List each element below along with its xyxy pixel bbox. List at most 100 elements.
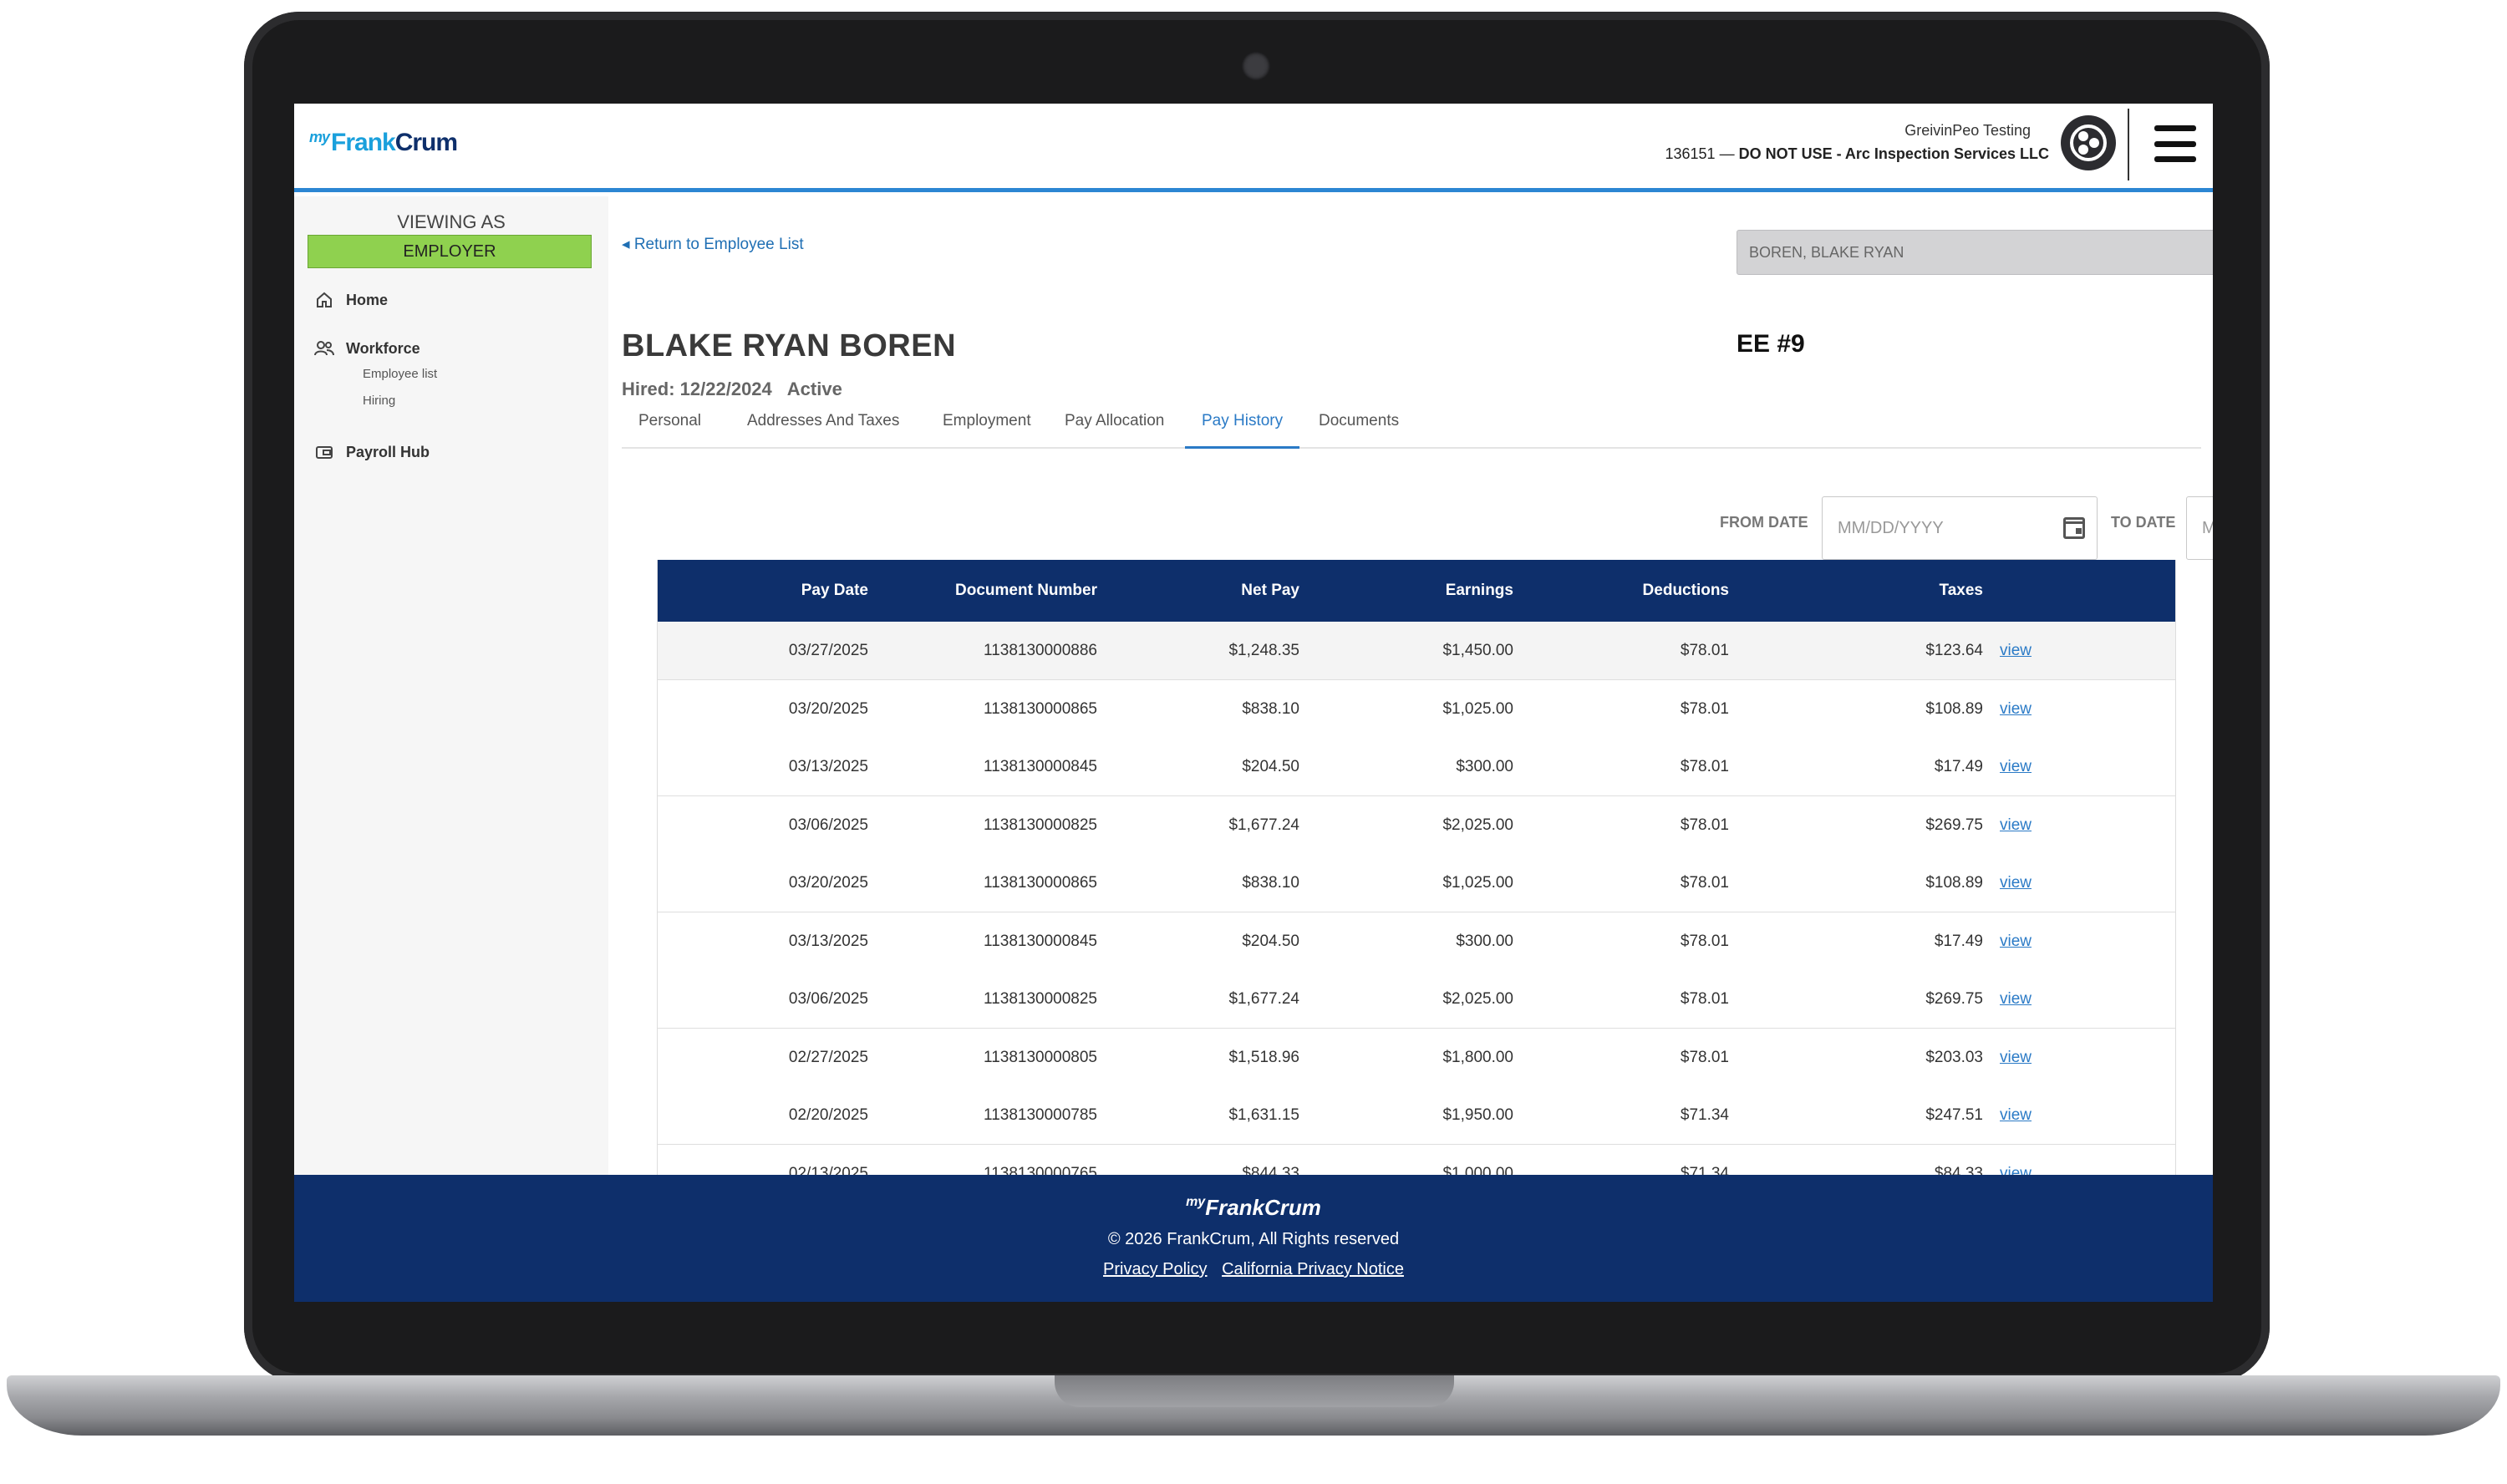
tab-documents[interactable]: Documents: [1302, 405, 1416, 449]
employee-number: EE #9: [1737, 330, 1805, 358]
table-cell: $1,631.15: [1228, 1106, 1299, 1124]
col-earnings[interactable]: Earnings: [1343, 560, 1513, 622]
viewing-as-label: VIEWING AS: [397, 211, 506, 232]
view-link[interactable]: view: [2000, 912, 2050, 971]
table-cell: $247.51: [1925, 1106, 1983, 1124]
sidebar-item-hiring[interactable]: Hiring: [363, 394, 395, 408]
table-cell: $78.01: [1680, 758, 1729, 775]
hamburger-menu-icon[interactable]: [2154, 125, 2196, 162]
tab-pay-allocation[interactable]: Pay Allocation: [1048, 405, 1181, 449]
table-cell: $71.34: [1680, 1106, 1729, 1124]
copyright: © 2026 FrankCrum, All Rights reserved: [1107, 1230, 1400, 1248]
table-cell: $78.01: [1680, 816, 1729, 834]
employer-role-badge[interactable]: EMPLOYER: [308, 235, 592, 268]
header-divider: [2128, 109, 2129, 180]
table-cell: $1,518.96: [1228, 1048, 1299, 1066]
view-link[interactable]: view: [2000, 622, 2050, 680]
table-cell: $1,677.24: [1228, 990, 1299, 1008]
view-link[interactable]: view: [2000, 1086, 2050, 1145]
from-date-input[interactable]: MM/DD/YYYY: [1822, 496, 2098, 560]
tab-personal[interactable]: Personal: [622, 405, 718, 449]
col-taxes[interactable]: Taxes: [1769, 560, 1983, 622]
people-icon: [314, 338, 334, 358]
table-cell: $1,450.00: [1442, 642, 1513, 659]
view-link[interactable]: view: [2000, 796, 2050, 855]
view-link[interactable]: view: [2000, 970, 2050, 1029]
company-avatar-icon[interactable]: [2061, 115, 2116, 170]
to-date-input[interactable]: MM/DD/YYYY: [2186, 496, 2213, 560]
to-date-label: TO DATE: [2111, 514, 2176, 531]
table-row: 03/06/2025 1138130000825 $1,677.24 $2,025.0…: [658, 795, 2175, 855]
table-cell: $17.49: [1934, 758, 1983, 775]
status-badge: Active: [786, 379, 842, 399]
app-screen: myFrankCrum GreivinPeo Testing 136151 — …: [294, 104, 2213, 1302]
privacy-policy-link[interactable]: Privacy Policy: [1103, 1260, 1207, 1278]
return-to-employee-list-link[interactable]: ◂ Return to Employee List: [622, 235, 804, 254]
view-link[interactable]: view: [2000, 854, 2050, 912]
table-cell: $300.00: [1456, 932, 1513, 950]
table-cell: $123.64: [1925, 642, 1983, 659]
table-cell: $838.10: [1242, 874, 1299, 892]
sidebar-item-home[interactable]: Home: [314, 290, 388, 310]
table-cell: 1138130000865: [984, 874, 1097, 892]
table-cell: 1138130000865: [984, 699, 1097, 718]
frankcrum-logo[interactable]: myFrankCrum: [309, 129, 458, 157]
caret-left-icon: ◂: [622, 236, 630, 253]
table-cell: $78.01: [1680, 1048, 1729, 1066]
table-cell: $204.50: [1242, 932, 1299, 950]
table-cell: 1138130000825: [984, 816, 1097, 834]
wallet-icon: [314, 442, 334, 462]
camera-icon: [1242, 52, 1270, 80]
table-cell: $269.75: [1925, 990, 1983, 1008]
tab-addresses-and-taxes[interactable]: Addresses And Taxes: [730, 405, 916, 449]
table-cell: 03/27/2025: [788, 642, 868, 659]
hired-date: Hired: 12/22/2024: [622, 379, 772, 399]
view-link[interactable]: view: [2000, 1029, 2050, 1087]
col-net-pay[interactable]: Net Pay: [1126, 560, 1299, 622]
view-link[interactable]: view: [2000, 680, 2050, 739]
home-icon: [314, 290, 334, 310]
table-cell: 1138130000785: [984, 1106, 1097, 1124]
california-privacy-notice-link[interactable]: California Privacy Notice: [1222, 1260, 1404, 1278]
sidebar-item-payroll-hub[interactable]: Payroll Hub: [314, 442, 430, 462]
employee-name: BLAKE RYAN BOREN: [622, 328, 957, 363]
sidebar-item-workforce[interactable]: Workforce: [314, 338, 420, 358]
calendar-icon[interactable]: [2063, 517, 2085, 539]
table-row: 03/20/2025 1138130000865 $838.10 $1,025.00 $…: [658, 854, 2175, 912]
table-cell: 03/13/2025: [788, 932, 868, 950]
employee-select[interactable]: BOREN, BLAKE RYAN ⌄: [1737, 230, 2213, 275]
table-row: 03/27/2025 1138130000886 $1,248.35 $1,450.0…: [658, 622, 2175, 680]
from-date-label: FROM DATE: [1720, 514, 1808, 531]
table-row: 02/27/2025 1138130000805 $1,518.96 $1,800.0…: [658, 1028, 2175, 1087]
table-row: 03/06/2025 1138130000825 $1,677.24 $2,025.0…: [658, 970, 2175, 1029]
table-cell: $78.01: [1680, 990, 1729, 1008]
tab-employment[interactable]: Employment: [926, 405, 1048, 449]
footer-links: Privacy Policy California Privacy Notice: [294, 1260, 2213, 1279]
col-document-number[interactable]: Document Number: [908, 560, 1097, 622]
sidebar-item-employee-list[interactable]: Employee list: [363, 367, 437, 381]
table-cell: $1,025.00: [1442, 874, 1513, 892]
table-cell: 1138130000825: [984, 990, 1097, 1008]
col-deductions[interactable]: Deductions: [1543, 560, 1729, 622]
footer-logo: myFrankCrum: [1186, 1195, 1321, 1220]
table-header: Pay Date Document Number Net Pay Earning…: [658, 560, 2175, 622]
table-cell: $78.01: [1680, 699, 1729, 718]
view-link[interactable]: view: [2000, 738, 2050, 796]
table-cell: 02/20/2025: [788, 1106, 868, 1124]
laptop-notch: [1055, 1375, 1454, 1407]
tab-pay-history[interactable]: Pay History: [1185, 405, 1300, 449]
table-cell: $1,800.00: [1442, 1048, 1513, 1066]
table-cell: $108.89: [1925, 699, 1983, 718]
table-cell: $203.03: [1925, 1048, 1983, 1066]
table-cell: $78.01: [1680, 874, 1729, 892]
table-cell: $2,025.00: [1442, 990, 1513, 1008]
table-cell: 02/27/2025: [788, 1048, 868, 1066]
table-cell: 03/20/2025: [788, 874, 868, 892]
hired-info: Hired: 12/22/2024 Active: [622, 379, 842, 400]
table-cell: $108.89: [1925, 874, 1983, 892]
sidebar: VIEWING AS EMPLOYER Home Workforce Emplo…: [294, 196, 608, 1209]
col-pay-date[interactable]: Pay Date: [766, 560, 868, 622]
table-cell: $17.49: [1934, 932, 1983, 950]
table-row: 03/13/2025 1138130000845 $204.50 $300.00 $78…: [658, 738, 2175, 796]
table-cell: $300.00: [1456, 758, 1513, 775]
